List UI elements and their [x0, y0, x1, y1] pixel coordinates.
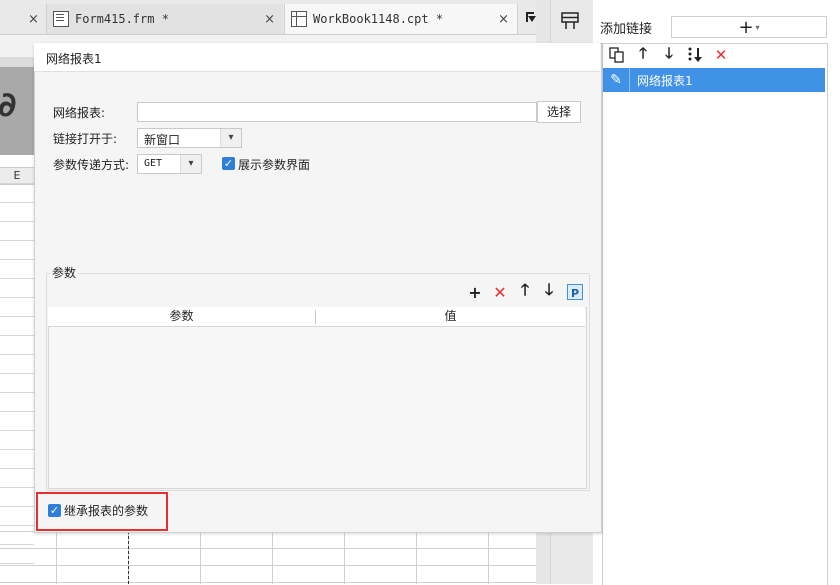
show-param-ui-checkbox[interactable]: ✓ — [222, 157, 235, 170]
report-path-input[interactable] — [137, 102, 537, 122]
close-icon[interactable]: × — [498, 12, 509, 27]
dropdown-arrow-icon: ▾ — [755, 22, 760, 32]
tab-label: Form415.frm * — [75, 12, 169, 26]
chevron-down-icon: ▾ — [180, 155, 201, 173]
param-column-header[interactable]: 参数 — [48, 307, 315, 326]
open-in-select[interactable]: 新窗口 ▾ — [137, 128, 242, 148]
arrow-up-icon[interactable]: 🡑 — [515, 280, 535, 301]
link-list — [602, 43, 828, 585]
open-in-label: 链接打开于: — [53, 132, 118, 146]
show-param-ui-label: 展示参数界面 — [238, 158, 311, 172]
value-column-header[interactable]: 值 — [316, 307, 585, 326]
inherit-params-label: 继承报表的参数 — [64, 504, 149, 518]
delete-icon[interactable]: ✕ — [711, 44, 731, 66]
choose-button[interactable]: 选择 — [537, 101, 581, 123]
link-item[interactable]: ✎ 网络报表1 — [603, 68, 825, 92]
arrow-down-icon[interactable]: 🡓 — [659, 44, 679, 66]
page-break-line — [128, 531, 129, 584]
dialog-title-bar: 网络报表1 — [34, 43, 600, 72]
copy-icon[interactable] — [607, 44, 627, 66]
parameter-icon[interactable]: P — [565, 283, 585, 301]
link-list-toolbar: 🡑 🡓 ✕ — [603, 44, 825, 66]
param-table-header: 参数 值 — [48, 307, 585, 327]
cell-preview: ∂ — [0, 67, 34, 155]
plus-icon: + — [738, 16, 754, 38]
link-item-label: 网络报表1 — [637, 74, 693, 88]
add-link-button[interactable]: + ▾ — [671, 16, 827, 38]
params-section-label: 参数 — [50, 264, 79, 281]
arrow-down-icon[interactable]: 🡓 — [539, 280, 559, 301]
link-glyph-icon: ∂ — [0, 85, 17, 125]
close-icon[interactable]: × — [28, 12, 39, 27]
close-icon[interactable]: × — [264, 12, 275, 27]
chevron-down-icon: ▾ — [220, 129, 241, 147]
spreadsheet-grid-bottom[interactable] — [0, 531, 536, 584]
tab-label: WorkBook1148.cpt * — [313, 12, 444, 26]
param-method-value: GET — [144, 158, 163, 169]
delete-param-icon[interactable]: ✕ — [490, 283, 510, 302]
param-method-label: 参数传递方式: — [53, 158, 130, 172]
tab-close-previous[interactable]: × — [28, 4, 44, 34]
form-file-icon — [53, 11, 69, 27]
workbook-file-icon — [291, 11, 307, 27]
open-in-value: 新窗口 — [144, 133, 181, 147]
divider — [629, 68, 630, 92]
tab-form415[interactable]: Form415.frm * × — [46, 4, 283, 34]
cell-element-icon[interactable] — [561, 12, 579, 30]
column-divider — [315, 310, 316, 324]
add-param-icon[interactable]: + — [465, 283, 485, 302]
svg-text:P: P — [571, 287, 579, 300]
param-table[interactable] — [48, 307, 587, 489]
sort-icon[interactable] — [685, 44, 705, 66]
inherit-params-checkbox[interactable]: ✓ — [48, 504, 61, 517]
tab-workbook1148[interactable]: WorkBook1148.cpt * × — [284, 4, 518, 34]
spreadsheet-grid[interactable] — [0, 183, 34, 584]
param-method-select[interactable]: GET ▾ — [137, 154, 202, 174]
add-link-label: 添加链接 — [600, 22, 653, 37]
report-label: 网络报表: — [53, 106, 106, 120]
ruler — [0, 57, 34, 67]
dialog-title: 网络报表1 — [46, 52, 102, 66]
pencil-icon: ✎ — [610, 72, 622, 88]
arrow-up-icon[interactable]: 🡑 — [633, 44, 653, 66]
